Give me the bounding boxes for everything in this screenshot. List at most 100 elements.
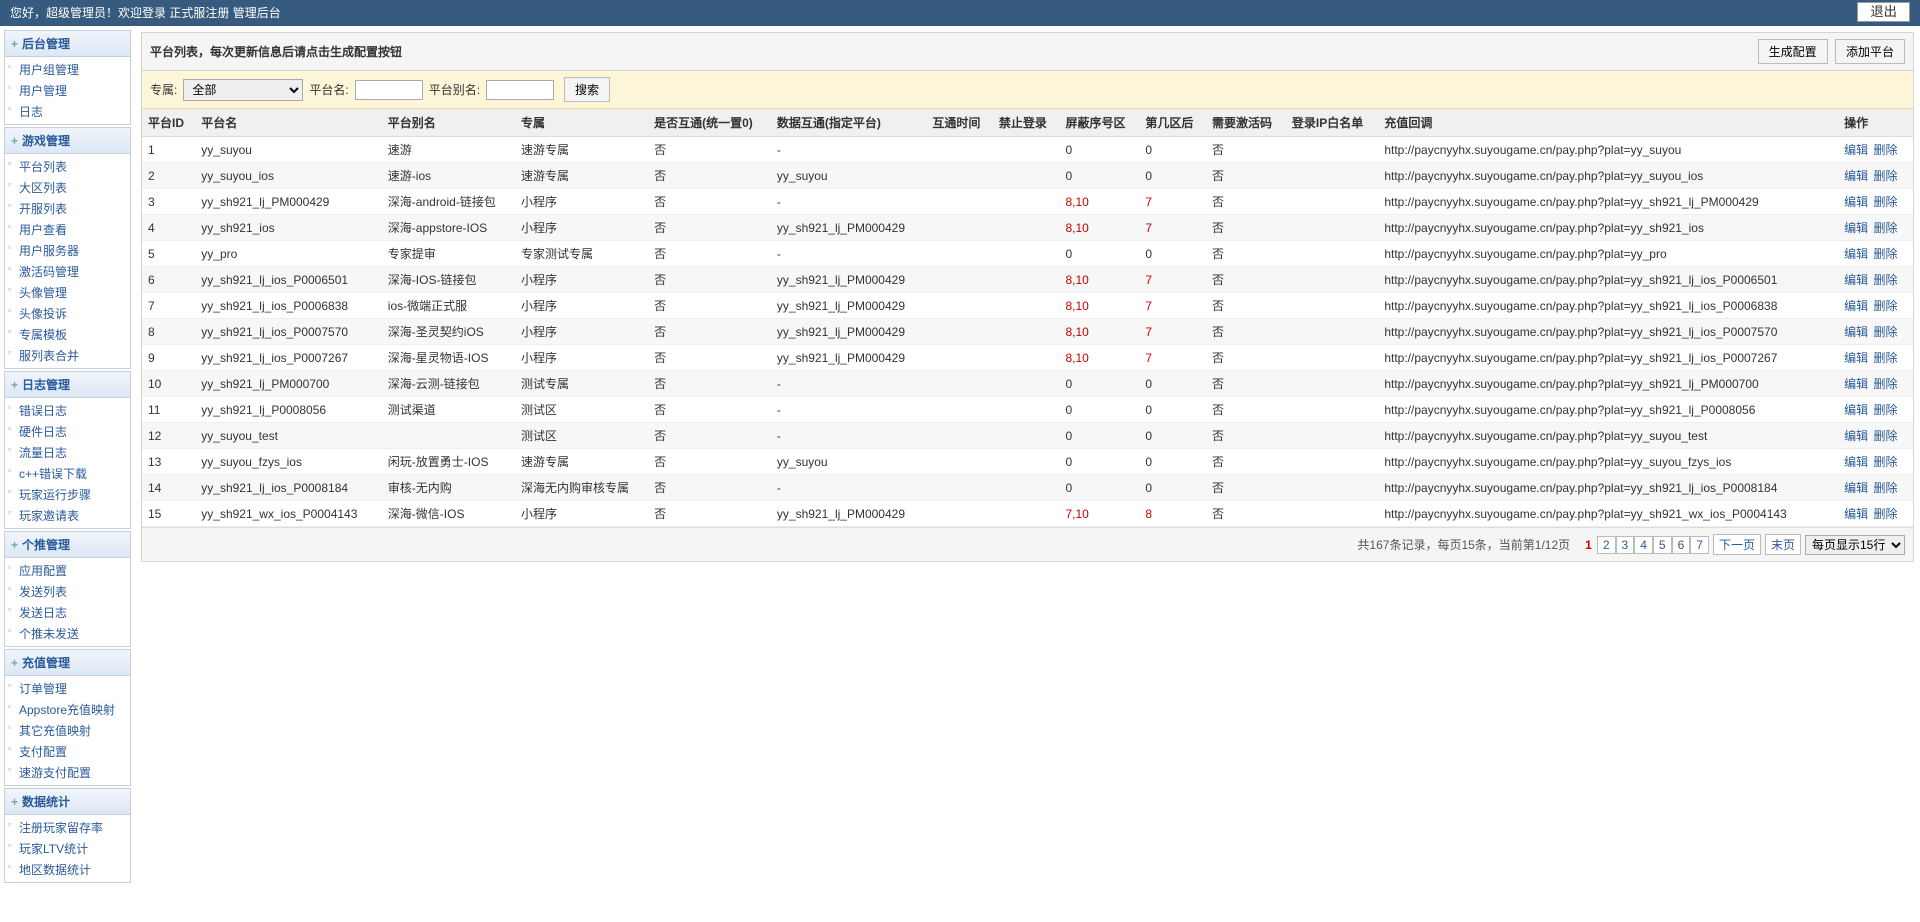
- sidebar-item[interactable]: 个推未发送: [5, 623, 130, 644]
- sidebar-item[interactable]: c++错误下载: [5, 463, 130, 484]
- edit-link[interactable]: 编辑: [1844, 403, 1868, 417]
- register-link[interactable]: 正式服注册: [169, 6, 229, 20]
- sidebar-item[interactable]: 玩家LTV统计: [5, 838, 130, 859]
- cell: 否: [648, 215, 771, 241]
- pager-page[interactable]: 1: [1580, 537, 1597, 553]
- sidebar-item[interactable]: 订单管理: [5, 678, 130, 699]
- edit-link[interactable]: 编辑: [1844, 169, 1868, 183]
- sidebar-item[interactable]: 硬件日志: [5, 421, 130, 442]
- pager-page[interactable]: 5: [1653, 536, 1672, 554]
- sidebar-item[interactable]: 错误日志: [5, 400, 130, 421]
- sidebar-item[interactable]: 大区列表: [5, 177, 130, 198]
- sidebar-item[interactable]: 激活码管理: [5, 261, 130, 282]
- sidebar-group-header[interactable]: +个推管理: [5, 532, 130, 558]
- edit-link[interactable]: 编辑: [1844, 247, 1868, 261]
- pager-page[interactable]: 2: [1597, 536, 1616, 554]
- edit-link[interactable]: 编辑: [1844, 273, 1868, 287]
- sidebar-group-header[interactable]: +充值管理: [5, 650, 130, 676]
- delete-link[interactable]: 删除: [1873, 351, 1897, 365]
- cell: http://paycnyyhx.suyougame.cn/pay.php?pl…: [1378, 163, 1838, 189]
- cell: http://paycnyyhx.suyougame.cn/pay.php?pl…: [1378, 371, 1838, 397]
- table-row: 13yy_suyou_fzys_ios闲玩-放置勇士-IOS速游专属否yy_su…: [142, 449, 1913, 475]
- sidebar-item[interactable]: 服列表合并: [5, 345, 130, 366]
- sidebar-item[interactable]: Appstore充值映射: [5, 699, 130, 720]
- sidebar-item[interactable]: 地区数据统计: [5, 859, 130, 880]
- edit-link[interactable]: 编辑: [1844, 481, 1868, 495]
- cell: 0: [1139, 397, 1206, 423]
- generate-config-button[interactable]: 生成配置: [1758, 39, 1828, 64]
- platform-alias-input[interactable]: [486, 80, 554, 100]
- greeting: 您好，超级管理员！欢迎登录: [10, 6, 166, 20]
- delete-link[interactable]: 删除: [1873, 195, 1897, 209]
- pager-page[interactable]: 6: [1672, 536, 1691, 554]
- sidebar-item[interactable]: 应用配置: [5, 560, 130, 581]
- delete-link[interactable]: 删除: [1873, 221, 1897, 235]
- cell: 否: [1206, 267, 1286, 293]
- sidebar-item[interactable]: 流量日志: [5, 442, 130, 463]
- delete-link[interactable]: 删除: [1873, 273, 1897, 287]
- sidebar-item[interactable]: 头像投诉: [5, 303, 130, 324]
- delete-link[interactable]: 删除: [1873, 143, 1897, 157]
- delete-link[interactable]: 删除: [1873, 455, 1897, 469]
- sidebar-item[interactable]: 速游支付配置: [5, 762, 130, 783]
- edit-link[interactable]: 编辑: [1844, 299, 1868, 313]
- delete-link[interactable]: 删除: [1873, 377, 1897, 391]
- edit-link[interactable]: 编辑: [1844, 507, 1868, 521]
- belong-select[interactable]: 全部: [183, 79, 303, 101]
- delete-link[interactable]: 删除: [1873, 507, 1897, 521]
- delete-link[interactable]: 删除: [1873, 403, 1897, 417]
- delete-link[interactable]: 删除: [1873, 429, 1897, 443]
- cell: yy_suyou: [195, 137, 382, 163]
- sidebar-item[interactable]: 玩家邀请表: [5, 505, 130, 526]
- cell: 深海-云测-链接包: [382, 371, 515, 397]
- sidebar-item[interactable]: 玩家运行步骤: [5, 484, 130, 505]
- sidebar-item[interactable]: 用户管理: [5, 80, 130, 101]
- sidebar-item[interactable]: 用户服务器: [5, 240, 130, 261]
- sidebar-item[interactable]: 头像管理: [5, 282, 130, 303]
- cell-actions: 编辑 删除: [1838, 319, 1913, 345]
- delete-link[interactable]: 删除: [1873, 299, 1897, 313]
- pager-page[interactable]: 3: [1616, 536, 1635, 554]
- edit-link[interactable]: 编辑: [1844, 221, 1868, 235]
- cell: 深海-android-链接包: [382, 189, 515, 215]
- edit-link[interactable]: 编辑: [1844, 351, 1868, 365]
- add-platform-button[interactable]: 添加平台: [1835, 39, 1905, 64]
- edit-link[interactable]: 编辑: [1844, 195, 1868, 209]
- sidebar-item[interactable]: 专属模板: [5, 324, 130, 345]
- edit-link[interactable]: 编辑: [1844, 377, 1868, 391]
- sidebar-item[interactable]: 注册玩家留存率: [5, 817, 130, 838]
- pager-last[interactable]: 末页: [1765, 534, 1801, 555]
- column-header: 数据互通(指定平台): [771, 109, 926, 137]
- sidebar-group-header[interactable]: +游戏管理: [5, 128, 130, 154]
- edit-link[interactable]: 编辑: [1844, 143, 1868, 157]
- platform-panel: 平台列表，每次更新信息后请点击生成配置按钮 生成配置 添加平台 专属: 全部 平…: [141, 32, 1914, 562]
- cell: 7: [142, 293, 195, 319]
- sidebar-item[interactable]: 支付配置: [5, 741, 130, 762]
- sidebar-group-header[interactable]: +后台管理: [5, 31, 130, 57]
- platform-name-input[interactable]: [355, 80, 423, 100]
- delete-link[interactable]: 删除: [1873, 169, 1897, 183]
- sidebar-group-header[interactable]: +数据统计: [5, 789, 130, 815]
- delete-link[interactable]: 删除: [1873, 481, 1897, 495]
- sidebar-item[interactable]: 用户查看: [5, 219, 130, 240]
- edit-link[interactable]: 编辑: [1844, 455, 1868, 469]
- sidebar-item[interactable]: 开服列表: [5, 198, 130, 219]
- sidebar-item[interactable]: 发送列表: [5, 581, 130, 602]
- pager-page[interactable]: 4: [1634, 536, 1653, 554]
- cell: yy_suyou_test: [195, 423, 382, 449]
- search-button[interactable]: 搜索: [564, 77, 610, 102]
- sidebar-item[interactable]: 发送日志: [5, 602, 130, 623]
- sidebar-item[interactable]: 用户组管理: [5, 59, 130, 80]
- delete-link[interactable]: 删除: [1873, 325, 1897, 339]
- sidebar-item[interactable]: 日志: [5, 101, 130, 122]
- sidebar-item[interactable]: 平台列表: [5, 156, 130, 177]
- sidebar-item[interactable]: 其它充值映射: [5, 720, 130, 741]
- logout-button[interactable]: 退出: [1857, 2, 1910, 22]
- edit-link[interactable]: 编辑: [1844, 325, 1868, 339]
- pager-page[interactable]: 7: [1690, 536, 1709, 554]
- sidebar-group-header[interactable]: +日志管理: [5, 372, 130, 398]
- delete-link[interactable]: 删除: [1873, 247, 1897, 261]
- pager-next[interactable]: 下一页: [1713, 534, 1761, 555]
- edit-link[interactable]: 编辑: [1844, 429, 1868, 443]
- pager-perpage-select[interactable]: 每页显示15行: [1805, 535, 1905, 555]
